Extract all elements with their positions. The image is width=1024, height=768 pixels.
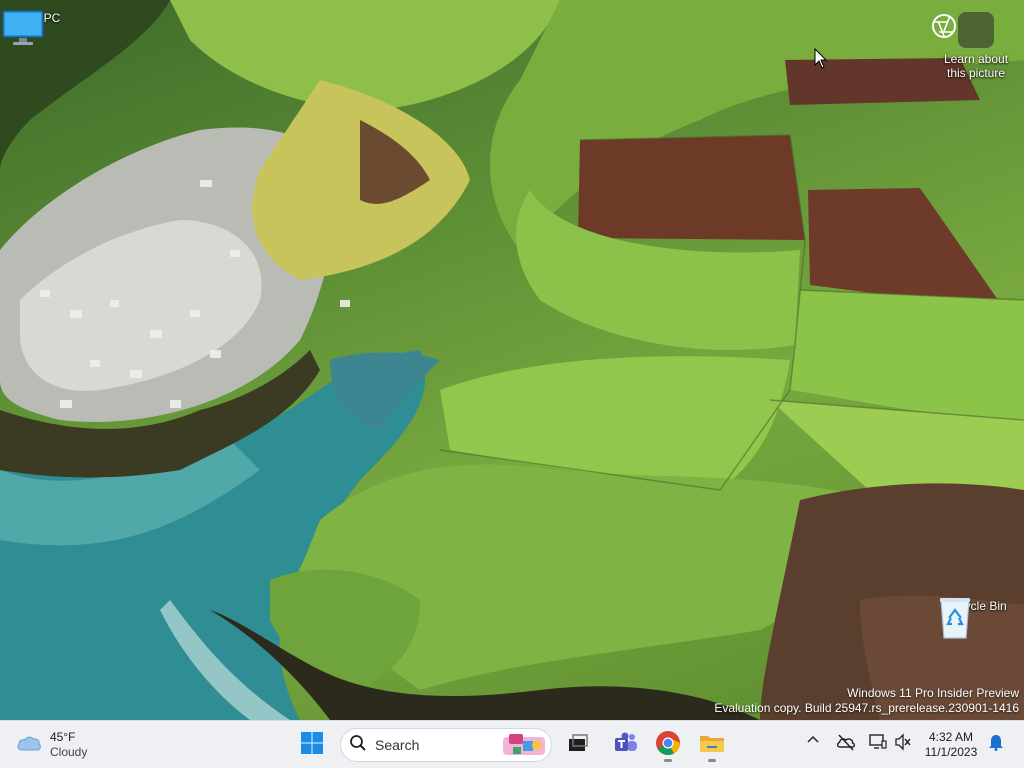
learn-line-1: Learn about xyxy=(943,52,1009,66)
taskbar-search-box[interactable]: Search xyxy=(340,728,552,762)
file-explorer-button[interactable] xyxy=(694,727,730,763)
desktop-icon-recycle-bin[interactable]: Recycle Bin xyxy=(937,596,1013,639)
build-watermark-line-1: Windows 11 Pro Insider Preview xyxy=(847,686,1019,700)
weather-condition: Cloudy xyxy=(50,745,88,759)
system-clock[interactable]: 4:32 AM 11/1/2023 xyxy=(918,730,984,760)
folder-icon xyxy=(699,732,725,759)
windows-logo-icon xyxy=(300,731,324,760)
teams-button[interactable] xyxy=(608,727,644,763)
teams-icon xyxy=(613,731,639,760)
running-indicator xyxy=(664,759,672,762)
chevron-up-icon[interactable] xyxy=(806,733,820,752)
camera-info-icon xyxy=(932,12,994,48)
start-button[interactable] xyxy=(294,727,330,763)
running-indicator xyxy=(708,759,716,762)
search-icon xyxy=(349,734,367,757)
chrome-button[interactable] xyxy=(650,727,686,763)
learn-about-this-picture[interactable]: Learn about this picture xyxy=(930,12,1022,80)
onedrive-off-icon[interactable] xyxy=(836,733,856,756)
taskbar: 45°F Cloudy Search 4:32 AM 11/1/2023 xyxy=(0,720,1024,768)
build-watermark-line-2: Evaluation copy. Build 25947.rs_prerelea… xyxy=(714,701,1019,715)
chrome-icon xyxy=(655,730,681,761)
clock-date: 11/1/2023 xyxy=(924,745,978,759)
weather-widget[interactable]: 45°F Cloudy xyxy=(16,729,87,761)
cloud-icon xyxy=(16,734,42,757)
search-highlight-icon xyxy=(501,731,547,764)
wallpaper xyxy=(0,0,1024,720)
volume-muted-icon[interactable] xyxy=(894,733,912,756)
network-icon[interactable] xyxy=(868,733,888,756)
clock-time: 4:32 AM xyxy=(928,730,974,744)
learn-line-2: this picture xyxy=(946,66,1006,80)
weather-temperature: 45°F xyxy=(50,730,76,744)
desktop: This PC Learn about this picture Recycle… xyxy=(0,0,1024,720)
search-placeholder: Search xyxy=(375,737,420,753)
bell-icon[interactable] xyxy=(988,733,1004,756)
desktop-icon-this-pc[interactable]: This PC xyxy=(1,8,77,45)
task-view-icon xyxy=(567,733,589,758)
task-view-button[interactable] xyxy=(560,727,596,763)
